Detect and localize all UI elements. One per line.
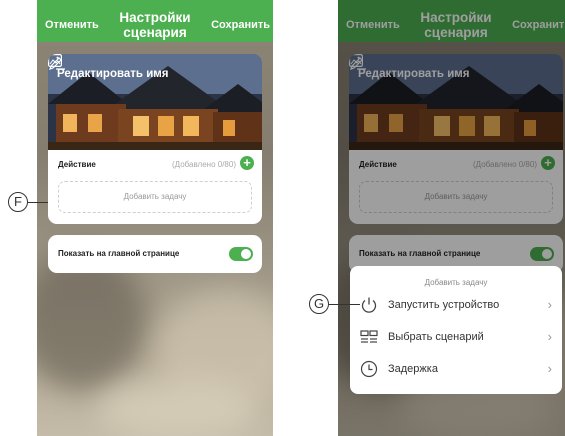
action-row: Действие (Добавлено 0/80) + (48, 150, 262, 178)
show-on-home-label: Показать на главной странице (58, 249, 180, 258)
add-task-button[interactable]: Добавить задачу (58, 181, 252, 213)
page-title-line1: Настройки (119, 10, 191, 25)
image-icon[interactable] (48, 54, 62, 67)
clock-icon (360, 360, 378, 378)
sheet-title: Добавить задачу (424, 278, 488, 287)
scene-name-label[interactable]: Редактировать имя (57, 68, 168, 80)
chevron-right-icon: › (547, 361, 552, 376)
action-label: Действие (58, 160, 96, 169)
action-count: (Добавлено 0/80) (172, 160, 236, 169)
scene-cover-image[interactable]: Редактировать имя (48, 54, 262, 150)
phone-screen-right: Отменить Настройки сценария Сохранить (338, 0, 565, 436)
sheet-item-label: Задержка (388, 363, 438, 375)
show-on-home-toggle[interactable] (229, 247, 253, 261)
grid-icon (360, 330, 378, 343)
page-title-line2: сценария (123, 25, 187, 40)
scene-card: Редактировать имя Действие (Добавлено 0/… (48, 54, 262, 224)
sheet-item-delay[interactable]: Задержка › (350, 354, 562, 386)
callout-line-g (329, 304, 360, 305)
chevron-right-icon: › (547, 297, 552, 312)
power-icon (361, 297, 377, 313)
header-bar: Отменить Настройки сценария Сохранить (37, 0, 273, 42)
save-button[interactable]: Сохранить (211, 19, 270, 31)
sheet-item-label: Запустить устройство (388, 299, 500, 311)
phone-screen-left: Отменить Настройки сценария Сохранить Ре… (37, 0, 273, 436)
cancel-button[interactable]: Отменить (45, 19, 99, 31)
sheet-item-run-device[interactable]: Запустить устройство › (350, 290, 562, 322)
callout-marker-g: G (309, 294, 329, 314)
callout-marker-f: F (8, 192, 28, 212)
sheet-item-label: Выбрать сценарий (388, 331, 484, 343)
page-title: Настройки сценария (100, 10, 210, 40)
show-on-home-card: Показать на главной странице (48, 235, 262, 273)
add-task-sheet: Добавить задачу Запустить устройство › В… (350, 266, 562, 394)
sheet-item-select-scene[interactable]: Выбрать сценарий › (350, 322, 562, 354)
plus-icon[interactable]: + (240, 156, 254, 170)
callout-line-f (28, 202, 48, 203)
chevron-right-icon: › (547, 329, 552, 344)
